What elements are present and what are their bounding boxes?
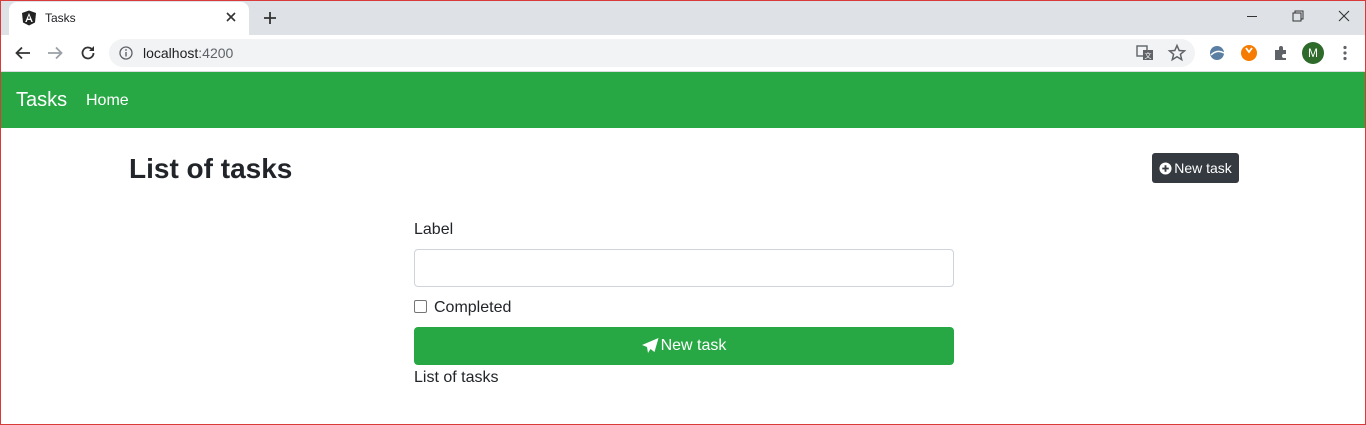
address-bar[interactable]: localhost:4200 文 [109, 39, 1195, 67]
completed-label[interactable]: Completed [434, 299, 511, 317]
browser-tab[interactable]: Tasks [9, 2, 249, 35]
page-title: List of tasks [129, 153, 293, 184]
extensions-puzzle-icon[interactable] [1271, 43, 1291, 63]
browser-toolbar: localhost:4200 文 M [1, 35, 1365, 72]
forward-arrow-icon[interactable] [45, 43, 65, 63]
extension-fox-icon[interactable] [1239, 43, 1259, 63]
navbar-brand[interactable]: Tasks [16, 89, 67, 112]
browser-tab-strip: Tasks [1, 1, 1365, 35]
tab-title: Tasks [45, 11, 76, 25]
close-window-icon[interactable] [1321, 1, 1366, 31]
submit-new-task-button[interactable]: New task [414, 327, 954, 365]
close-tab-icon[interactable] [223, 9, 239, 25]
translate-icon[interactable]: 文 [1135, 43, 1155, 63]
paper-plane-icon [641, 338, 659, 354]
task-list-caption: List of tasks [414, 369, 499, 386]
new-tab-plus-icon[interactable] [261, 9, 279, 27]
profile-avatar[interactable]: M [1302, 42, 1324, 64]
bookmark-star-icon[interactable] [1167, 43, 1187, 63]
new-task-header-button[interactable]: New task [1152, 153, 1239, 183]
minimize-window-icon[interactable] [1229, 1, 1275, 31]
url-port: :4200 [198, 45, 234, 61]
angular-icon [21, 10, 37, 26]
back-arrow-icon[interactable] [13, 43, 33, 63]
reload-icon[interactable] [78, 43, 98, 63]
nav-link-home[interactable]: Home [86, 92, 129, 110]
url-host: localhost [143, 45, 199, 61]
svg-text:文: 文 [1145, 51, 1152, 60]
new-task-header-button-label: New task [1174, 160, 1232, 176]
url-text: localhost:4200 [143, 45, 233, 61]
submit-new-task-label: New task [660, 337, 727, 354]
completed-checkbox[interactable] [414, 300, 427, 313]
label-input[interactable] [414, 249, 954, 287]
extension-globe-icon[interactable] [1207, 43, 1227, 63]
app-navbar: Tasks Home [1, 72, 1365, 128]
browser-menu-icon[interactable] [1335, 43, 1355, 63]
label-field-label: Label [414, 221, 454, 238]
plus-circle-icon [1159, 161, 1172, 175]
restore-window-icon[interactable] [1275, 1, 1321, 31]
site-info-icon[interactable] [119, 46, 133, 60]
